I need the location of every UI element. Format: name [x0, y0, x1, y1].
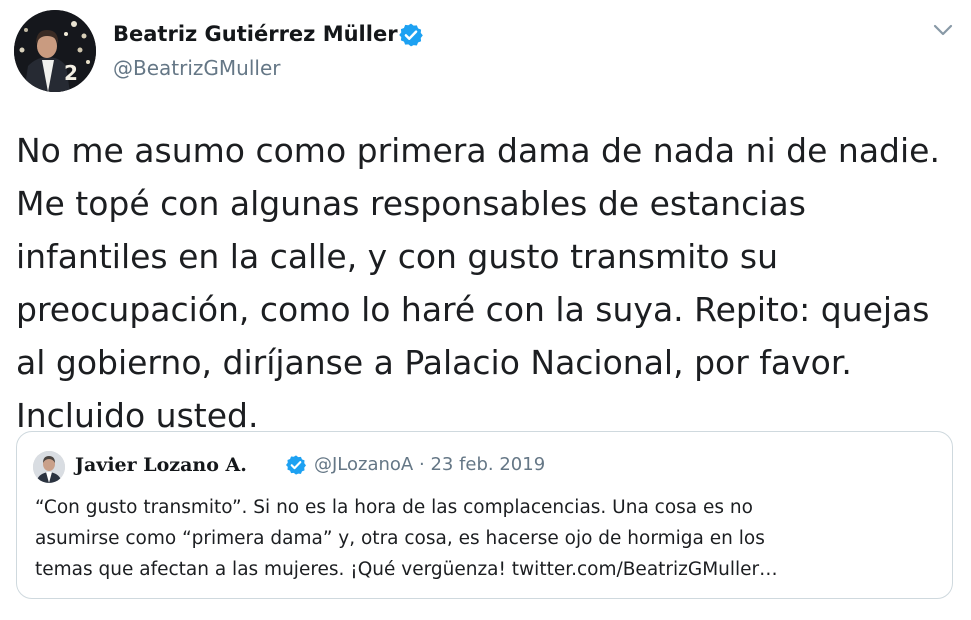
quoted-avatar-photo	[33, 451, 65, 483]
author-name[interactable]: Beatriz Gutiérrez Müller	[113, 22, 398, 46]
tweet-text-line: No me asumo como primera dama de nada ni…	[16, 131, 940, 170]
tweet-text: No me asumo como primera dama de nada ni…	[16, 124, 966, 442]
tweet-card: 2 Beatriz Gutiérrez Müller @BeatrizGMull…	[0, 0, 971, 620]
author-avatar[interactable]: 2	[14, 10, 96, 92]
quoted-separator: ·	[418, 454, 425, 475]
quoted-text-line: temas que afectan a las mujeres. ¡Qué ve…	[35, 559, 778, 580]
quoted-author-avatar	[33, 451, 65, 483]
avatar-photo: 2	[14, 10, 96, 92]
quoted-author-name: Javier Lozano A.	[75, 454, 247, 476]
tweet-text-line: Me topé con algunas responsables de esta…	[16, 184, 806, 223]
avatar-overlay-text: 2	[64, 61, 78, 85]
chevron-down-icon[interactable]	[930, 20, 956, 40]
quoted-text-line: “Con gusto transmito”. Si no es la hora …	[35, 497, 753, 518]
quoted-text-line: asumirse como “primera dama” y, otra cos…	[35, 528, 765, 549]
author-handle[interactable]: @BeatrizGMuller	[113, 56, 280, 80]
verified-badge-icon	[399, 23, 423, 47]
quoted-date: 23 feb. 2019	[430, 454, 546, 475]
quoted-verified-badge-icon	[286, 455, 306, 475]
tweet-text-line: infantiles en la calle, y con gusto tran…	[16, 237, 778, 276]
tweet-text-line: al gobierno, diríjanse a Palacio Naciona…	[16, 343, 852, 382]
tweet-text-line: preocupación, como lo haré con la suya. …	[16, 290, 930, 329]
quoted-handle: @JLozanoA	[314, 454, 414, 475]
quoted-tweet[interactable]: Javier Lozano A. @JLozanoA · 23 feb. 201…	[16, 431, 953, 599]
quoted-text: “Con gusto transmito”. Si no es la hora …	[35, 492, 935, 585]
quoted-meta: @JLozanoA · 23 feb. 2019	[314, 454, 545, 475]
